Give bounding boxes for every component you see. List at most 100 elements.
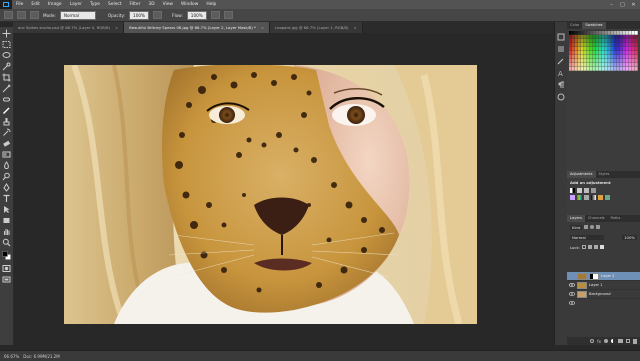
mode-select[interactable]: Normal [59,10,96,20]
menu-help[interactable]: Help [202,0,220,9]
swatches-grid[interactable] [569,31,638,71]
swatch[interactable] [569,47,572,51]
swatch[interactable] [605,67,608,71]
swatch[interactable] [572,43,575,47]
path-selection-tool-icon[interactable] [2,205,11,214]
new-layer-icon[interactable] [626,339,630,343]
layer-mask-thumbnail[interactable] [589,272,599,280]
swatch[interactable] [590,55,593,59]
swatch[interactable] [578,51,581,55]
history-brush-tool-icon[interactable] [2,128,11,137]
swatch[interactable] [575,55,578,59]
swatch[interactable] [614,39,617,43]
swatch[interactable] [629,59,632,63]
swatch[interactable] [569,59,572,63]
swatch[interactable] [614,63,617,67]
paragraph-panel-icon[interactable] [557,74,565,88]
menu-layer[interactable]: Layer [66,0,86,9]
swatch[interactable] [608,63,611,67]
swatch[interactable] [623,47,626,51]
marquee-tool-icon[interactable] [2,40,11,49]
filter-adjustment-icon[interactable] [590,225,595,229]
tab-document-1[interactable]: ace Spikes studio.psd @ 66.7% (Layer 0, … [13,22,125,33]
swatch[interactable] [614,51,617,55]
properties-panel-icon[interactable] [557,38,565,52]
swatch[interactable] [581,31,584,35]
tab-close-icon[interactable]: × [261,25,264,30]
tab-close-icon[interactable]: × [353,25,356,30]
swatch[interactable] [569,39,572,43]
swatch[interactable] [602,35,605,39]
swatch[interactable] [572,63,575,67]
swatch[interactable] [605,31,608,35]
layer-row[interactable]: Background [567,290,640,305]
swatch[interactable] [623,63,626,67]
tab-document-2[interactable]: Beautiful Britney Spears 08.jpg @ 66.7% … [124,22,271,33]
swatch[interactable] [623,35,626,39]
swatch[interactable] [596,31,599,35]
quick-selection-tool-icon[interactable] [2,62,11,71]
swatch[interactable] [623,39,626,43]
swatch[interactable] [596,67,599,71]
swatch[interactable] [575,31,578,35]
swatch[interactable] [572,59,575,63]
swatch[interactable] [596,55,599,59]
quick-mask-icon[interactable] [2,264,11,273]
swatch[interactable] [599,43,602,47]
swatch[interactable] [584,59,587,63]
blur-tool-icon[interactable] [2,161,11,170]
swatch[interactable] [635,43,638,47]
menu-file[interactable]: File [12,0,27,9]
swatch[interactable] [620,31,623,35]
swatch[interactable] [611,31,614,35]
swatch[interactable] [626,35,629,39]
brush-size-picker-icon[interactable] [17,11,26,19]
swatch[interactable] [632,63,635,67]
swatch[interactable] [602,47,605,51]
swatch[interactable] [614,35,617,39]
airbrush-icon[interactable] [210,11,220,19]
swatch[interactable] [602,67,605,71]
menu-window[interactable]: Window [177,0,202,9]
swatch[interactable] [578,67,581,71]
lock-pixels-icon[interactable] [587,245,592,249]
swatch[interactable] [626,63,629,67]
foreground-background-colors-icon[interactable] [2,251,11,260]
swatch[interactable] [584,43,587,47]
curves-icon[interactable] [584,188,589,193]
swatch[interactable] [581,67,584,71]
swatch[interactable] [590,63,593,67]
swatch[interactable] [581,63,584,67]
swatch[interactable] [569,51,572,55]
channel-mixer-icon[interactable] [605,195,610,200]
exposure-icon[interactable] [591,188,596,193]
swatch[interactable] [611,59,614,63]
delete-layer-icon[interactable] [633,338,637,344]
swatch[interactable] [569,31,572,35]
swatch[interactable] [611,35,614,39]
swatch[interactable] [617,67,620,71]
swatch[interactable] [581,59,584,63]
swatch[interactable] [584,55,587,59]
swatch[interactable] [614,55,617,59]
menu-edit[interactable]: Edit [27,0,44,9]
add-style-icon[interactable]: fx [597,339,601,344]
levels-icon[interactable] [577,188,582,193]
swatch[interactable] [617,39,620,43]
swatch[interactable] [596,51,599,55]
swatch[interactable] [611,47,614,51]
tab-document-3[interactable]: Leopard.jpg @ 66.7% (Layer 1, RGB/8) × [270,22,363,33]
flow-field[interactable]: 100% [186,10,207,20]
swatch[interactable] [626,39,629,43]
swatch[interactable] [593,47,596,51]
swatch[interactable] [599,63,602,67]
swatch[interactable] [587,63,590,67]
swatch[interactable] [605,39,608,43]
swatch[interactable] [608,55,611,59]
menu-type[interactable]: Type [86,0,104,9]
swatch[interactable] [599,35,602,39]
swatch[interactable] [584,39,587,43]
swatch[interactable] [626,51,629,55]
lock-transparent-icon[interactable] [581,245,586,249]
swatch[interactable] [614,47,617,51]
